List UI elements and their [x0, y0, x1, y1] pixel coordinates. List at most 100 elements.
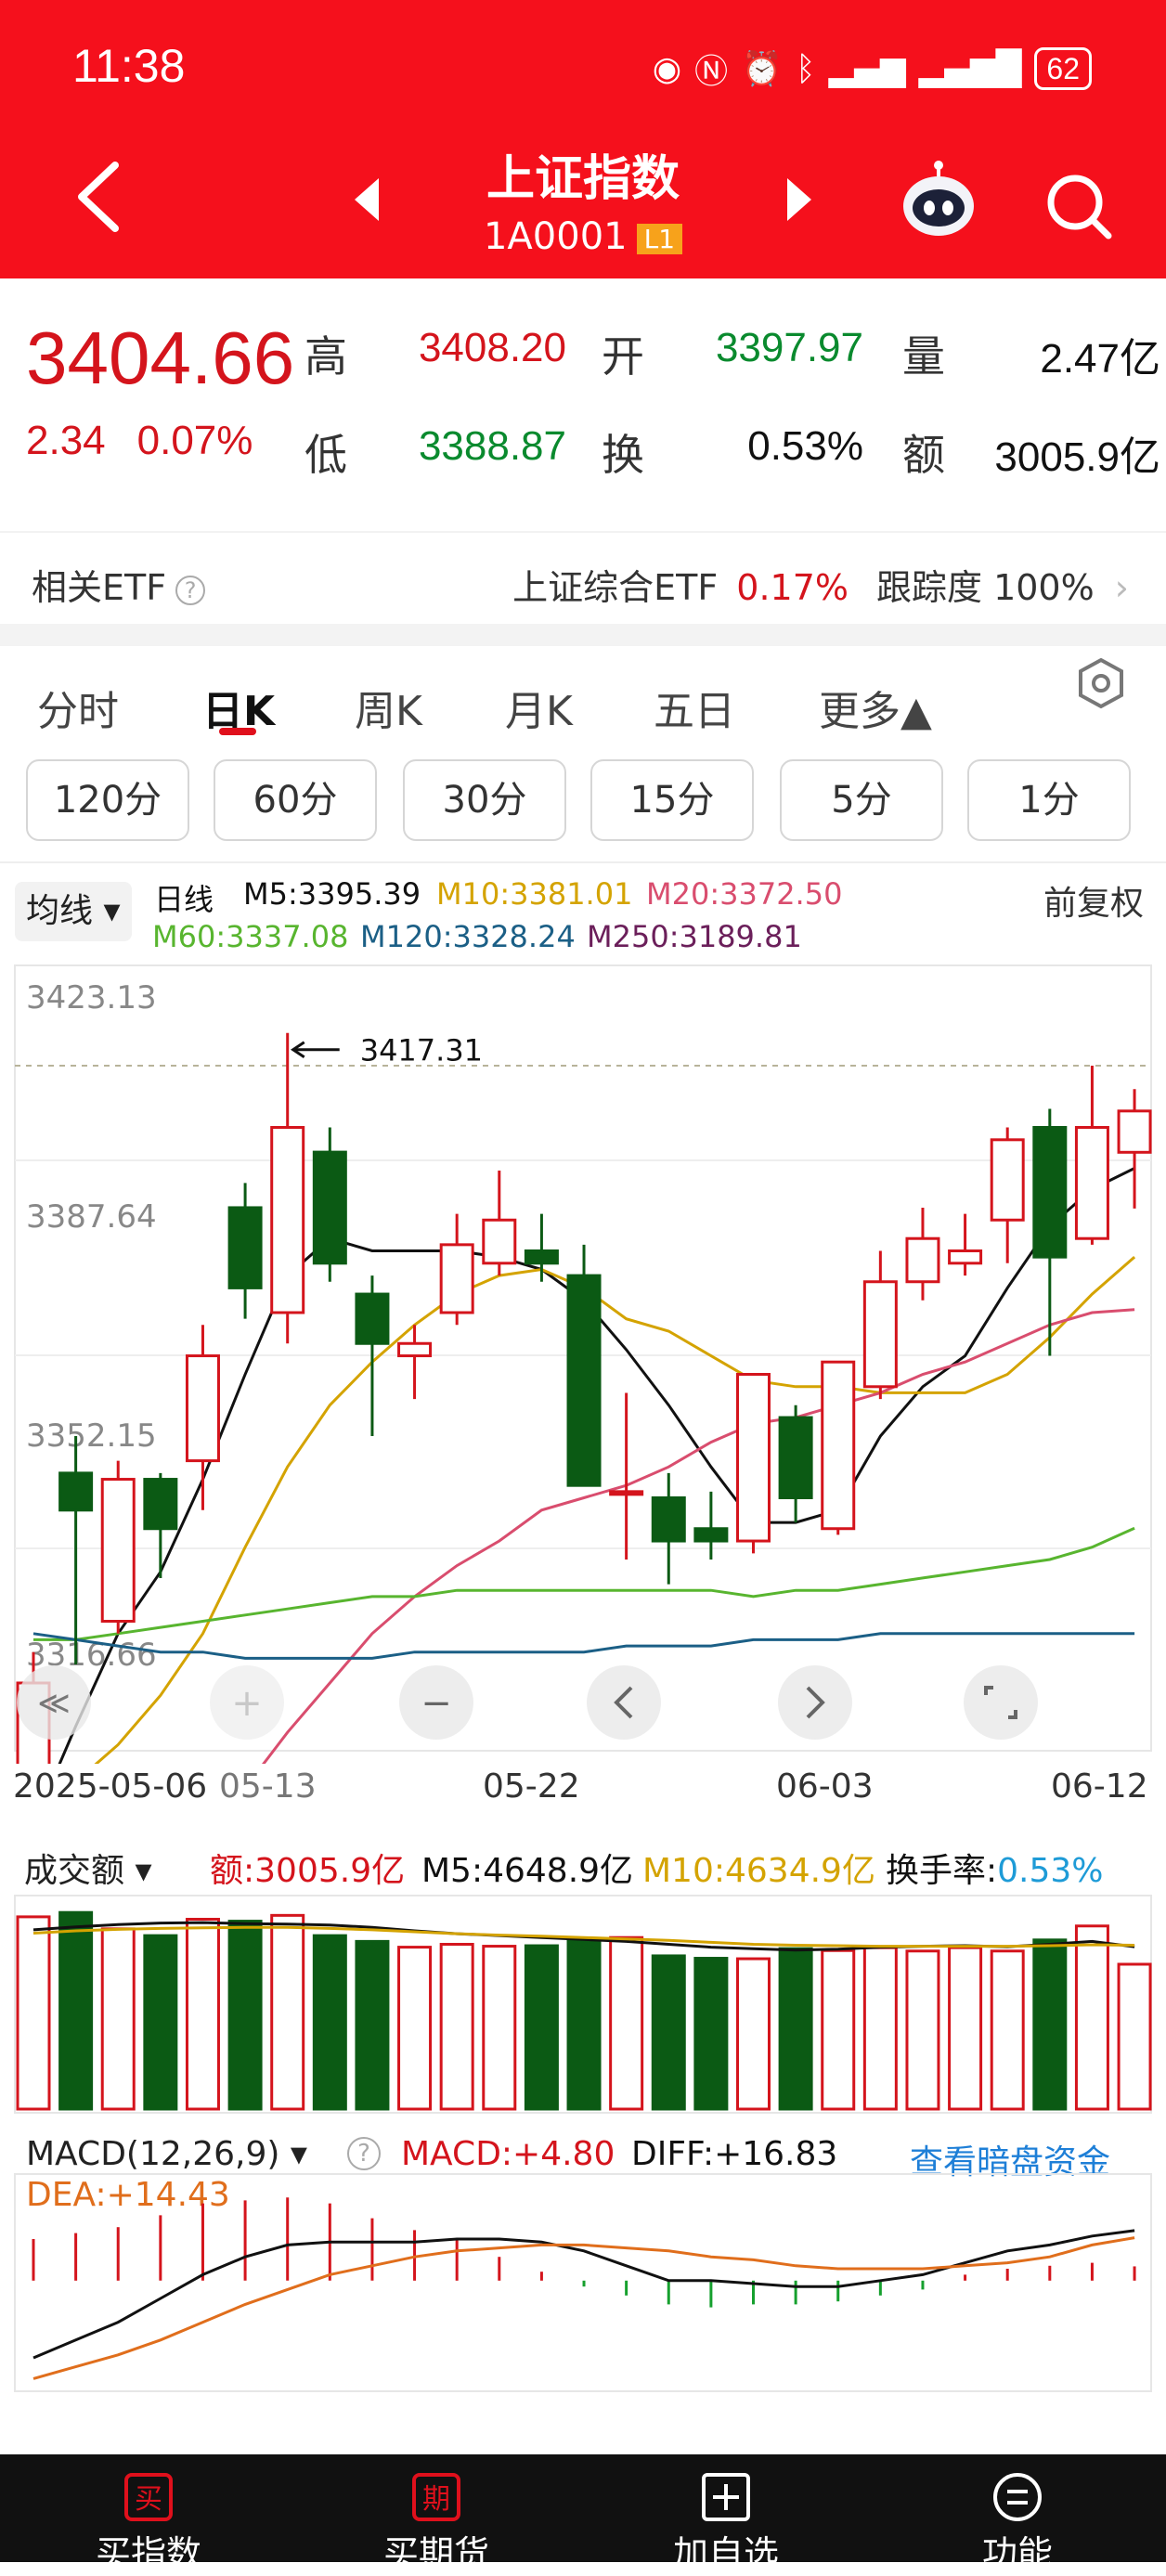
amount-value: 3005.9亿 — [994, 434, 1160, 480]
volume-legend: 成交额 ▾ 额:3005.9亿 M5:4648.9亿 M10:4634.9亿 换… — [0, 1844, 1166, 1899]
volume-bar — [566, 1938, 602, 2111]
ma250-label: M250:3189.81 — [587, 919, 802, 954]
zoom-out-button[interactable]: − — [399, 1665, 473, 1740]
ma120-label: M120:3328.24 — [360, 919, 576, 954]
divider — [0, 861, 1166, 863]
candle-body — [778, 1416, 813, 1499]
scroll-right-button[interactable] — [778, 1665, 852, 1740]
interval-5m-button[interactable]: 5分 — [780, 759, 943, 841]
search-icon[interactable] — [1043, 171, 1114, 241]
volume-bar — [439, 1942, 474, 2111]
futures-icon: 期 — [412, 2473, 460, 2521]
tab-five-day[interactable]: 五日 — [654, 678, 735, 737]
kline-chart[interactable]: 3423.133387.643352.153316.663281.17 3417… — [0, 962, 1166, 1764]
volume-bar — [355, 1939, 390, 2111]
zoom-in-button[interactable]: + — [210, 1665, 284, 1740]
volume-bar — [312, 1934, 347, 2111]
macd-chart[interactable] — [0, 2172, 1166, 2395]
volume-bar — [16, 1915, 51, 2111]
add-watchlist-button[interactable]: 加自选 — [633, 2454, 819, 2574]
kline-y-axis: 3423.133387.643352.153316.663281.17 — [26, 979, 157, 1674]
interval-1m-button[interactable]: 1分 — [967, 759, 1131, 841]
level-badge: L1 — [636, 223, 683, 254]
amount-label: 额 — [902, 430, 945, 480]
y-tick-label: 3423.13 — [26, 979, 157, 1016]
volume-bar — [1074, 1924, 1109, 2111]
interval-120m-button[interactable]: 120分 — [26, 759, 189, 841]
volume-bar — [821, 1948, 856, 2111]
status-icons: ◉ Ⓝ ⏰ ᛒ ▂▄▆ ▂▄▆█ 62 — [653, 45, 1092, 93]
candle-body — [143, 1478, 178, 1531]
amount-legend: 额:3005.9亿 — [210, 1852, 406, 1890]
functions-button[interactable]: 功能 — [925, 2454, 1110, 2574]
candle-body — [1032, 1126, 1068, 1259]
volume-bar — [609, 1935, 644, 2111]
fullscreen-button[interactable] — [964, 1665, 1038, 1740]
scroll-left-button[interactable] — [587, 1665, 661, 1740]
settings-hexagon-icon[interactable] — [1075, 657, 1127, 709]
tab-monthly-k[interactable]: 月K — [505, 678, 573, 737]
volume-chart[interactable] — [0, 1894, 1166, 2116]
macd-indicator-selector[interactable]: MACD(12,26,9) ▾ — [26, 2135, 307, 2173]
macd-value: MACD:+4.80 — [401, 2135, 615, 2173]
next-stock-icon[interactable] — [784, 176, 815, 223]
tab-more[interactable]: 更多▲ — [819, 678, 932, 737]
candle-body — [735, 1372, 771, 1543]
related-etf-row[interactable]: 相关ETF? 上证综合ETF 0.17% 跟踪度 100% › — [0, 531, 1166, 624]
ma-selector[interactable]: 均线 ▾ — [15, 882, 132, 941]
volume-bar — [58, 1910, 94, 2111]
volume-bar — [482, 1945, 517, 2111]
candle-body — [990, 1138, 1025, 1222]
candle-body — [397, 1341, 433, 1358]
volume-bar — [143, 1934, 178, 2111]
help-icon[interactable]: ? — [175, 575, 206, 605]
tab-intraday[interactable]: 分时 — [37, 678, 119, 737]
volume-indicator-selector[interactable]: 成交额 ▾ — [24, 1844, 152, 1892]
amount-ma10-legend: M10:4634.9亿 — [642, 1852, 875, 1890]
ma20-label: M20:3372.50 — [646, 876, 843, 912]
related-etf-text: 相关ETF — [32, 567, 167, 608]
candle-body — [185, 1354, 220, 1463]
change-value: 2.34 — [26, 418, 106, 463]
diff-line — [32, 2229, 1135, 2360]
volume-value: 2.47亿 — [1040, 336, 1160, 382]
interval-15m-button[interactable]: 15分 — [590, 759, 754, 841]
interval-30m-button[interactable]: 30分 — [403, 759, 566, 841]
tab-weekly-k[interactable]: 周K — [355, 678, 422, 737]
y-tick-label: 3352.15 — [26, 1417, 157, 1455]
date-tick: 2025-05-06 — [13, 1767, 208, 1806]
svg-text:−: − — [421, 1682, 452, 1725]
buy-index-button[interactable]: 买 买指数 — [56, 2454, 241, 2574]
stock-code-text: 1A0001 — [483, 215, 628, 258]
nav-label: 加自选 — [672, 2533, 779, 2574]
high-value: 3408.20 — [418, 325, 566, 370]
price-adjust-toggle[interactable]: 前复权 — [1043, 876, 1144, 925]
low-value: 3388.87 — [418, 423, 566, 469]
ma5-label: M5:3395.39 — [243, 876, 421, 912]
nav-label: 买期货 — [382, 2533, 489, 2574]
turnover-rate-value: 0.53% — [997, 1852, 1104, 1890]
volume-bar — [905, 1949, 940, 2111]
svg-text:+: + — [231, 1682, 263, 1725]
help-icon[interactable]: ? — [347, 2137, 381, 2170]
bottom-nav: 买 买指数 期 买期货 加自选 功能 — [0, 2454, 1166, 2574]
interval-60m-button[interactable]: 60分 — [214, 759, 377, 841]
kline-period-label: 日线 — [154, 882, 214, 917]
volume-bar — [778, 1947, 813, 2111]
alarm-icon: ⏰ — [741, 50, 783, 88]
last-price: 3404.66 — [26, 317, 295, 399]
candle-body — [355, 1292, 390, 1345]
candle-body — [693, 1527, 729, 1543]
candle-body — [439, 1243, 474, 1314]
amount-ma5-legend: M5:4648.9亿 — [421, 1852, 634, 1890]
scroll-start-button[interactable]: ≪ — [17, 1665, 91, 1740]
volume-bar — [524, 1944, 559, 2111]
volume-bar — [100, 1927, 136, 2111]
buy-futures-button[interactable]: 期 买期货 — [343, 2454, 529, 2574]
dea-line — [32, 2236, 1135, 2380]
robot-assistant-icon[interactable] — [899, 160, 978, 239]
buy-icon: 买 — [124, 2473, 173, 2521]
ma10-label: M10:3381.01 — [436, 876, 633, 912]
open-label: 开 — [602, 331, 644, 382]
app-header: 11:38 ◉ Ⓝ ⏰ ᛒ ▂▄▆ ▂▄▆█ 62 上证指数 1A0001 L1 — [0, 0, 1166, 278]
